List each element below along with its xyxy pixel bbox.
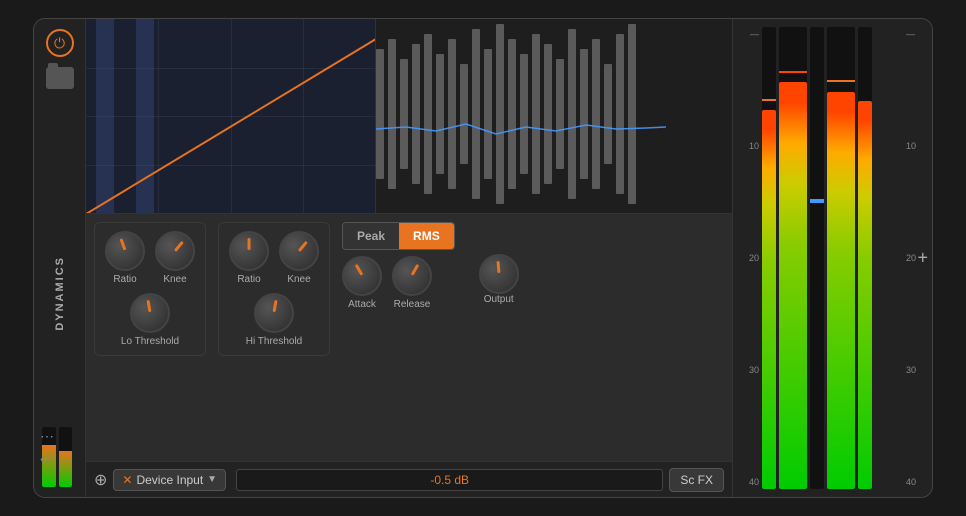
meter-fill-4 — [858, 101, 872, 489]
mode-section: Peak RMS Attack Release — [342, 222, 455, 310]
add-right-button[interactable]: + — [917, 248, 928, 269]
lo-threshold-item: Lo Threshold — [121, 293, 179, 347]
attack-label: Attack — [348, 299, 376, 310]
meter-fill-1 — [762, 110, 776, 489]
db-value: -0.5 dB — [430, 473, 469, 487]
dropdown-arrow-icon: ▼ — [207, 474, 217, 485]
waveform-graph — [376, 19, 732, 213]
output-section: Output — [479, 222, 519, 305]
arrow-icon: ↩ — [40, 451, 52, 467]
transfer-curve-svg — [86, 19, 376, 213]
lo-threshold-knob[interactable] — [130, 293, 170, 333]
output-knob[interactable] — [479, 254, 519, 294]
folder-button[interactable] — [46, 67, 74, 89]
db-display: -0.5 dB — [236, 469, 663, 491]
lo-ratio-knob[interactable] — [105, 231, 145, 271]
arrow-btn[interactable]: ↩ — [40, 451, 52, 469]
sidebar-meter-2 — [59, 427, 73, 487]
device-input-label: Device Input — [136, 473, 203, 487]
lo-threshold-label: Lo Threshold — [121, 336, 179, 347]
routing-icon[interactable]: ⊕ — [94, 470, 107, 490]
scale-r-30: 30 — [906, 365, 928, 375]
meter-bar-1 — [762, 27, 776, 489]
meter-peak-1 — [762, 99, 776, 101]
scale-40: 40 — [737, 477, 759, 487]
power-icon: ⏻ — [54, 35, 65, 52]
scale-10: 10 — [737, 141, 759, 151]
scale-r-40: 40 — [906, 477, 928, 487]
bottom-sidebar-btns: ⋯ — [40, 428, 54, 445]
meter-gr-fill — [810, 199, 824, 203]
hi-knee-label: Knee — [287, 274, 310, 285]
meter-fill-2 — [779, 82, 807, 489]
right-controls: Peak RMS Attack Release — [342, 222, 519, 310]
sidebar: ⏻ DYNAMICS ⋯ ↩ — [34, 19, 86, 497]
release-item: Release — [392, 256, 432, 310]
power-button[interactable]: ⏻ — [46, 29, 74, 57]
graphs-row — [86, 19, 732, 214]
release-label: Release — [394, 299, 431, 310]
hi-threshold-knob[interactable] — [254, 293, 294, 333]
lo-ratio-knee-pair: Ratio Knee — [105, 231, 195, 285]
sidebar-meter-fill-2 — [59, 451, 73, 487]
scale-minus: — — [737, 29, 759, 39]
hi-ratio-knob[interactable] — [229, 231, 269, 271]
hi-knee-knob[interactable] — [279, 231, 319, 271]
hi-ratio-knee-pair: Ratio Knee — [229, 231, 319, 285]
lo-ratio-label: Ratio — [113, 274, 136, 285]
scale-r-minus: — — [906, 29, 928, 39]
bottom-bar: ⊕ ✕ Device Input ▼ -0.5 dB Sc FX — [86, 461, 732, 497]
main-content: Ratio Knee Lo Threshold Rat — [86, 19, 732, 497]
transfer-graph — [86, 19, 376, 213]
meter-bar-3 — [827, 27, 855, 489]
attack-knob[interactable] — [342, 256, 382, 296]
device-input-button[interactable]: ✕ Device Input ▼ — [113, 469, 226, 491]
hi-threshold-item: Hi Threshold — [246, 293, 303, 347]
meter-bars-group — [762, 27, 903, 489]
waveform-svg — [376, 19, 732, 213]
meter-bar-2 — [779, 27, 807, 489]
hi-compressor-section: Ratio Knee Hi Threshold — [218, 222, 330, 356]
x-icon: ✕ — [122, 473, 132, 487]
output-label: Output — [484, 294, 514, 305]
release-knob[interactable] — [392, 256, 432, 296]
plugin-container: ⏻ DYNAMICS ⋯ ↩ — [33, 18, 933, 498]
lo-knee-label: Knee — [163, 274, 186, 285]
hi-ratio-item: Ratio — [229, 231, 269, 285]
hi-threshold-label: Hi Threshold — [246, 336, 303, 347]
sc-fx-button[interactable]: Sc FX — [669, 468, 724, 492]
lo-ratio-item: Ratio — [105, 231, 145, 285]
controls-area: Ratio Knee Lo Threshold Rat — [86, 214, 732, 461]
peak-button[interactable]: Peak — [343, 223, 399, 249]
lo-compressor-section: Ratio Knee Lo Threshold — [94, 222, 206, 356]
attack-item: Attack — [342, 256, 382, 310]
dots-icon[interactable]: ⋯ — [40, 428, 54, 445]
lo-knee-knob[interactable] — [155, 231, 195, 271]
meter-scale-left: — 10 20 30 40 — [737, 27, 759, 489]
rms-button[interactable]: RMS — [399, 223, 454, 249]
scale-30: 30 — [737, 365, 759, 375]
scale-20: 20 — [737, 253, 759, 263]
meter-bar-4 — [858, 27, 872, 489]
meter-panel: — 10 20 30 40 — [732, 19, 932, 497]
hi-knee-item: Knee — [279, 231, 319, 285]
attack-release-row: Attack Release — [342, 256, 432, 310]
meter-bar-gr — [810, 27, 824, 489]
plugin-title: DYNAMICS — [54, 256, 66, 331]
hi-ratio-label: Ratio — [237, 274, 260, 285]
peak-rms-buttons: Peak RMS — [342, 222, 455, 250]
meter-peak-red — [779, 71, 807, 73]
scale-r-10: 10 — [906, 141, 928, 151]
meter-fill-3 — [827, 92, 855, 489]
lo-knee-item: Knee — [155, 231, 195, 285]
meter-peak-3 — [827, 80, 855, 82]
